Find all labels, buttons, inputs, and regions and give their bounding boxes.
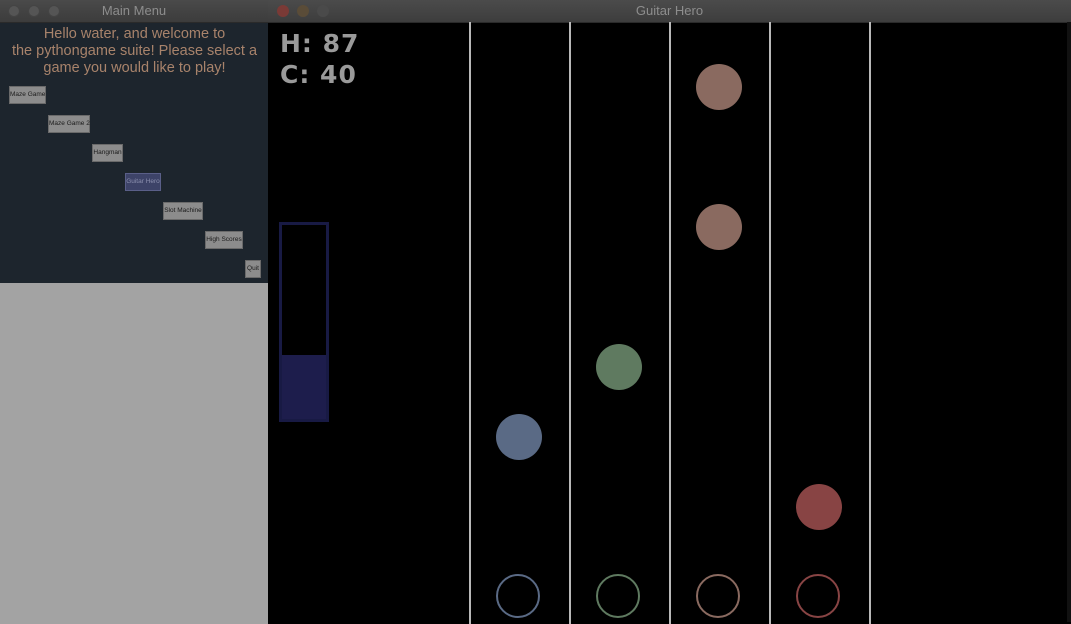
main-menu-titlebar[interactable]: Main Menu (0, 0, 268, 23)
note-lane-4 (796, 484, 842, 530)
lane-divider (669, 22, 671, 624)
window-title: Guitar Hero (635, 3, 704, 18)
guitar-hero-button[interactable]: Guitar Hero (125, 173, 161, 191)
window-title: Main Menu (101, 3, 167, 18)
target-ring-lane-2 (596, 574, 640, 618)
window-edge (1067, 22, 1071, 622)
hangman-button[interactable]: Hangman (92, 144, 123, 162)
maze-game-button[interactable]: Maze Game (9, 86, 46, 104)
note-lane-3 (696, 204, 742, 250)
combo-readout: C: 40 (280, 60, 357, 89)
power-meter-fill (282, 354, 326, 419)
note-lane-2 (596, 344, 642, 390)
lane-divider (869, 22, 871, 624)
power-meter (279, 222, 329, 422)
welcome-message: Hello water, and welcome to the pythonga… (0, 26, 269, 77)
high-scores-button[interactable]: High Scores (205, 231, 243, 249)
guitar-hero-window: Guitar Hero H: 87 C: 40 (268, 0, 1071, 624)
main-menu-window: Main Menu Hello water, and welcome to th… (0, 0, 269, 283)
target-ring-lane-1 (496, 574, 540, 618)
quit-button[interactable]: Quit (245, 260, 261, 278)
target-ring-lane-4 (796, 574, 840, 618)
note-lane-3 (696, 64, 742, 110)
slot-machine-button[interactable]: Slot Machine (163, 202, 203, 220)
target-ring-lane-3 (696, 574, 740, 618)
maze-game-2-button[interactable]: Maze Game 2 (48, 115, 90, 133)
welcome-line: Hello water, and welcome to (43, 26, 226, 42)
note-lane-1 (496, 414, 542, 460)
guitar-hero-titlebar[interactable]: Guitar Hero (268, 0, 1071, 23)
health-readout: H: 87 (280, 29, 360, 58)
welcome-line: the pythongame suite! Please select a (11, 43, 258, 59)
lane-divider (769, 22, 771, 624)
lane-divider (569, 22, 571, 624)
lane-divider (469, 22, 471, 624)
welcome-line: game you would like to play! (43, 60, 226, 76)
